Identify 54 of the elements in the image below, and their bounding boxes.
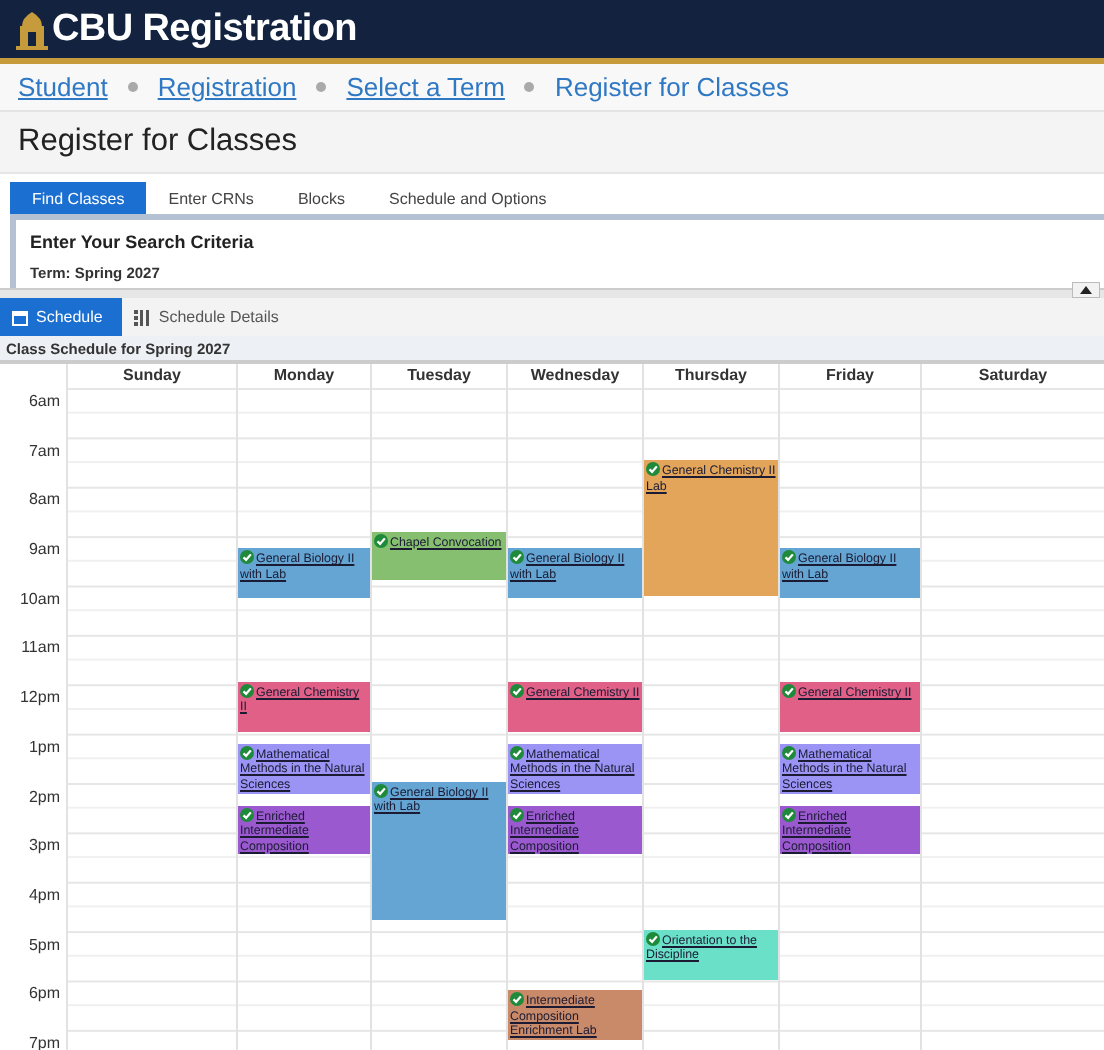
check-icon	[240, 807, 254, 822]
hour-label: 4pm	[28, 885, 60, 904]
hour-label: 6pm	[28, 984, 60, 1003]
check-icon	[240, 683, 254, 698]
app-title: CBU Registration	[52, 7, 357, 51]
panel-heading: Enter Your Search Criteria	[30, 232, 254, 252]
day-header: Sunday	[123, 366, 181, 384]
check-icon	[646, 462, 660, 477]
tab[interactable]: Schedule Details	[122, 298, 299, 336]
collapse-icon[interactable]	[1072, 282, 1100, 298]
check-icon	[510, 745, 524, 760]
hour-label: 6am	[28, 392, 60, 410]
day-header: Saturday	[978, 366, 1048, 384]
breadcrumb-current: Register for Classes	[554, 72, 789, 102]
check-icon	[510, 550, 524, 565]
hour-label: 9am	[28, 540, 60, 559]
check-icon	[240, 550, 254, 565]
check-icon	[646, 931, 660, 946]
check-icon	[510, 992, 524, 1007]
day-header: Tuesday	[407, 366, 471, 384]
hour-label: 2pm	[28, 787, 60, 805]
hour-label: 1pm	[28, 737, 60, 756]
breadcrumb-link[interactable]: Student	[18, 72, 108, 102]
hour-label: 5pm	[28, 935, 60, 954]
check-icon	[374, 533, 388, 548]
check-icon	[782, 550, 796, 565]
day-header: Wednesday	[530, 366, 620, 384]
check-icon	[374, 783, 388, 798]
hour-label: 10am	[19, 589, 60, 608]
breadcrumb-link[interactable]: Select a Term	[346, 72, 505, 102]
check-icon	[510, 807, 524, 822]
breadcrumb-link[interactable]: Registration	[157, 72, 297, 102]
tab[interactable]: Find Classes	[10, 182, 147, 214]
tab[interactable]: Schedule and Options	[367, 182, 569, 214]
hour-label: 3pm	[28, 836, 60, 855]
list-icon	[134, 309, 151, 325]
hour-label: 8am	[28, 490, 60, 509]
hour-label: 7am	[28, 441, 60, 460]
day-header: Monday	[273, 366, 335, 384]
page-title: Register for Classes	[18, 124, 298, 160]
tab[interactable]: Enter CRNs	[146, 182, 276, 214]
building-icon	[16, 9, 48, 49]
calendar-icon	[12, 309, 28, 325]
check-icon	[782, 683, 796, 698]
hour-label: 12pm	[19, 688, 60, 707]
check-icon	[240, 745, 254, 760]
check-icon	[510, 683, 524, 698]
day-header: Thursday	[674, 366, 747, 384]
check-icon	[782, 745, 796, 760]
check-icon	[782, 807, 796, 822]
tab[interactable]: Schedule	[0, 298, 123, 336]
tab[interactable]: Blocks	[275, 182, 367, 214]
hour-label: 11am	[21, 638, 60, 657]
day-header: Friday	[825, 366, 874, 384]
